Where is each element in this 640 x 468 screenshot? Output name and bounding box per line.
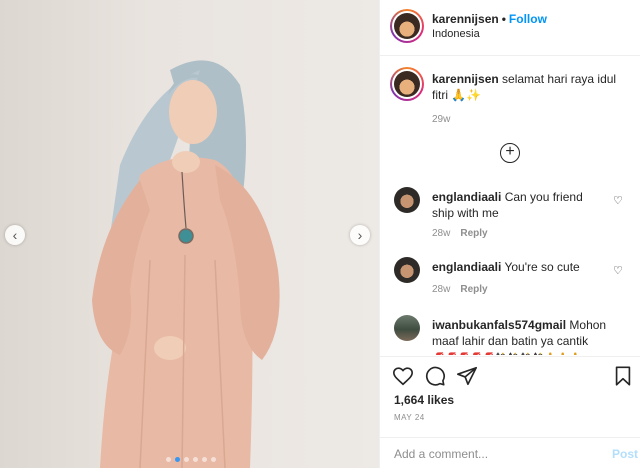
comment-time[interactable]: 28w bbox=[432, 228, 450, 239]
caption-avatar[interactable] bbox=[390, 67, 424, 101]
commenter-avatar[interactable] bbox=[394, 257, 420, 283]
post-actions: 1,664 likes MAY 24 bbox=[380, 356, 640, 444]
caption-timestamp[interactable]: 29w bbox=[432, 114, 450, 125]
follow-button[interactable]: Follow bbox=[509, 12, 547, 26]
heart-icon[interactable] bbox=[392, 365, 414, 387]
location-link[interactable]: Indonesia bbox=[432, 28, 480, 40]
username-link[interactable]: karennijsen bbox=[432, 12, 499, 26]
likes-count[interactable]: 1,664 likes bbox=[394, 393, 454, 407]
comment-text: englandiaali You're so cute bbox=[432, 259, 608, 275]
carousel-dot-active bbox=[175, 457, 180, 462]
reply-button[interactable]: Reply bbox=[460, 284, 487, 295]
hand-upper bbox=[172, 151, 200, 173]
face bbox=[169, 80, 217, 144]
hand-lower bbox=[154, 336, 186, 360]
comments-section[interactable]: karennijsen selamat hari raya idul fitri… bbox=[380, 57, 640, 355]
separator-dot: • bbox=[501, 12, 506, 26]
comment-meta: 28w Reply bbox=[432, 284, 488, 295]
comment-text: iwanbukanfals574gmail Mohon maaf lahir d… bbox=[432, 317, 618, 355]
caption-username[interactable]: karennijsen bbox=[432, 72, 499, 86]
avatar[interactable] bbox=[390, 9, 424, 43]
comment-emoji-row: 💋💋💋💋💋🎎🎎🎎🎎🙏🙏🙏 bbox=[432, 353, 581, 355]
comment-icon[interactable] bbox=[424, 365, 446, 387]
heart-icon[interactable]: ♡ bbox=[613, 195, 625, 207]
post-photo[interactable]: ‹ › bbox=[0, 0, 379, 468]
heart-icon[interactable]: ♡ bbox=[613, 265, 625, 277]
commenter-avatar[interactable] bbox=[394, 315, 420, 341]
add-comment-bar: Post bbox=[380, 437, 640, 468]
comment-meta: 28w Reply bbox=[432, 228, 488, 239]
carousel-dot bbox=[184, 457, 189, 462]
caption: karennijsen selamat hari raya idul fitri… bbox=[432, 71, 624, 103]
share-icon[interactable] bbox=[456, 365, 478, 387]
carousel-dot bbox=[202, 457, 207, 462]
photo-illustration bbox=[92, 60, 280, 468]
save-icon[interactable] bbox=[612, 365, 634, 387]
chevron-left-icon[interactable]: ‹ bbox=[5, 225, 25, 245]
necklace-pendant bbox=[178, 228, 194, 244]
comment-body: You're so cute bbox=[501, 260, 580, 274]
post-author: karennijsen • Follow bbox=[432, 12, 547, 26]
comment-text: englandiaali Can you friend ship with me bbox=[432, 189, 608, 221]
comment-time[interactable]: 28w bbox=[432, 284, 450, 295]
comment-username[interactable]: iwanbukanfals574gmail bbox=[432, 318, 566, 332]
post-date[interactable]: MAY 24 bbox=[394, 413, 425, 422]
carousel-dot bbox=[211, 457, 216, 462]
post-comment-button[interactable]: Post bbox=[612, 447, 638, 461]
carousel-dots bbox=[166, 457, 216, 462]
comment-username[interactable]: englandiaali bbox=[432, 260, 501, 274]
post-header: karennijsen • Follow Indonesia bbox=[380, 0, 640, 56]
comment-username[interactable]: englandiaali bbox=[432, 190, 501, 204]
commenter-avatar[interactable] bbox=[394, 187, 420, 213]
carousel-dot bbox=[193, 457, 198, 462]
plus-circle-icon[interactable]: + bbox=[500, 143, 520, 163]
comment-input[interactable] bbox=[394, 445, 584, 463]
reply-button[interactable]: Reply bbox=[460, 228, 487, 239]
chevron-right-icon[interactable]: › bbox=[350, 225, 370, 245]
carousel-dot bbox=[166, 457, 171, 462]
post-sidebar: karennijsen • Follow Indonesia karennijsen… bbox=[379, 0, 640, 468]
